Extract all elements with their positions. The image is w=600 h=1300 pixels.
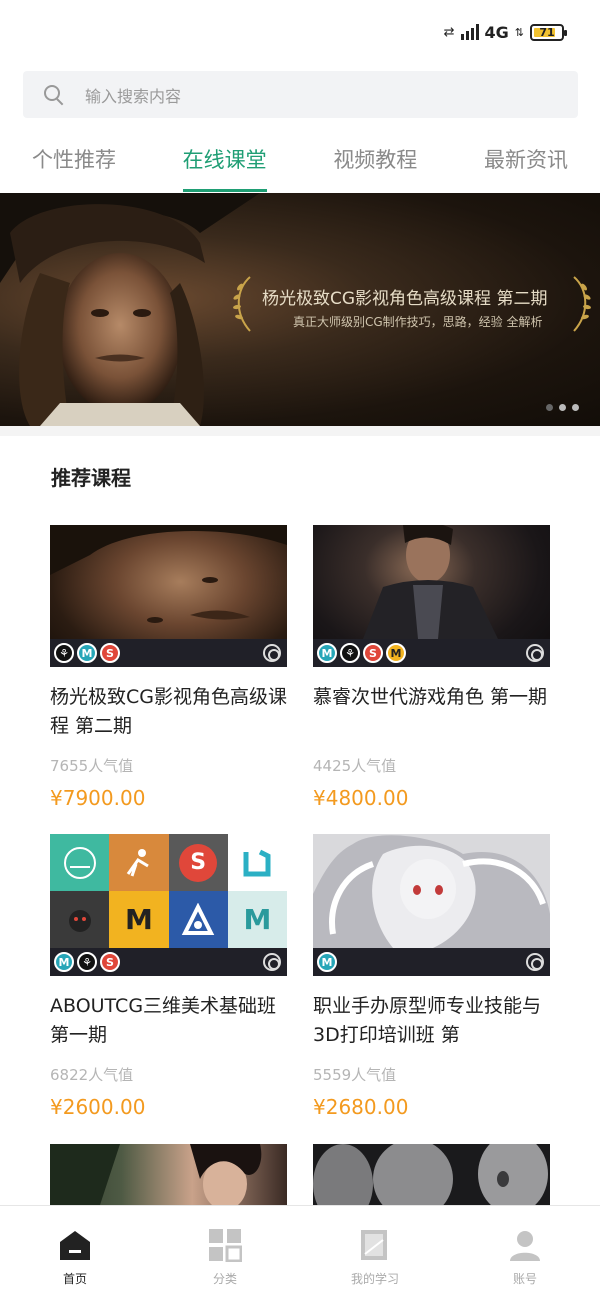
software-strip: M ⚘ S <box>50 948 287 976</box>
section-title: 推荐课程 <box>51 466 131 490</box>
substance-icon: S <box>363 643 383 663</box>
marvelous-tile-icon: M <box>109 891 169 948</box>
course-popularity: 4425人气值 <box>313 757 397 775</box>
substance-tile-icon: S <box>168 834 228 891</box>
course-card[interactable]: M 职业手办原型师专业技能与3D打印培训班 第 5559人气值 ¥2680.00 <box>313 834 550 1119</box>
bottom-navigation: 首页 分类 我的学习 账号 <box>0 1205 600 1300</box>
user-icon <box>510 1231 540 1261</box>
fantasy-character-image <box>50 1144 262 1205</box>
battery-level: 71 <box>539 25 555 39</box>
nav-category[interactable]: 分类 <box>150 1206 300 1300</box>
character-image <box>363 525 498 639</box>
nav-label: 分类 <box>212 1272 237 1286</box>
course-price: ¥2600.00 <box>50 1095 146 1119</box>
banner-title: 杨光极致CG影视角色高级课程 第二期 <box>262 289 548 309</box>
battery-icon: 71 <box>530 23 567 41</box>
section-divider <box>0 426 600 436</box>
banner-portrait-image <box>0 193 260 426</box>
network-activity-icon: ⇅ <box>514 25 524 39</box>
network-type: 4G <box>484 22 509 42</box>
laurel-right-icon <box>573 276 591 332</box>
zbrush-tile-icon <box>109 834 169 891</box>
zbrush-icon: ⚘ <box>77 952 97 972</box>
course-title: 杨光极致CG影视角色高级课程 第二期 <box>50 686 287 737</box>
course-card[interactable] <box>313 1144 550 1205</box>
carousel-dot[interactable] <box>572 404 579 411</box>
search-bar[interactable]: 输入搜索内容 <box>23 71 578 118</box>
course-title: ABOUTCG三维美术基础班 第一期 <box>50 995 277 1046</box>
anatomy-sculpt-image <box>313 1144 548 1205</box>
maya-icon: M <box>317 952 337 972</box>
nav-my-learning[interactable]: 我的学习 <box>300 1206 450 1300</box>
course-price: ¥7900.00 <box>50 786 146 810</box>
nav-home[interactable]: 首页 <box>0 1206 150 1300</box>
search-icon <box>43 84 65 106</box>
maya-icon: M <box>77 643 97 663</box>
software-strip: M ⚘ S M <box>313 639 550 667</box>
aboutcg-logo-icon <box>263 644 281 662</box>
tab-video-tutorials[interactable]: 视频教程 <box>333 132 417 192</box>
substance-icon: S <box>100 952 120 972</box>
portrait-image <box>50 525 287 623</box>
software-grid: S M M <box>50 834 287 948</box>
course-thumbnail <box>313 1144 550 1205</box>
tab-online-classroom[interactable]: 在线课堂 <box>182 132 267 192</box>
laurel-left-icon <box>233 276 251 332</box>
software-strip: M <box>313 948 550 976</box>
zbrush-icon: ⚘ <box>340 643 360 663</box>
carousel-dots <box>546 404 579 411</box>
unfold-tile-icon <box>227 834 287 891</box>
nav-account[interactable]: 账号 <box>450 1206 600 1300</box>
aboutcg-badge-icon <box>50 834 110 891</box>
course-card[interactable]: ⚘ M S 杨光极致CG影视角色高级课程 第二期 7655人气值 ¥7900.0… <box>50 525 287 810</box>
course-card[interactable] <box>50 1144 287 1205</box>
aboutcg-logo-icon <box>526 644 544 662</box>
maya-icon: M <box>317 643 337 663</box>
course-thumbnail <box>50 1144 287 1205</box>
maya-icon: M <box>54 952 74 972</box>
data-transfer-icon: ⇄ <box>443 24 455 40</box>
software-strip: ⚘ M S <box>50 639 287 667</box>
course-title: 职业手办原型师专业技能与3D打印培训班 第 <box>313 995 542 1046</box>
category-tabs: 个性推荐 在线课堂 视频教程 最新资讯 <box>0 132 600 192</box>
home-icon <box>60 1231 90 1260</box>
carousel-dot[interactable] <box>546 404 553 411</box>
search-input[interactable]: 输入搜索内容 <box>85 83 181 107</box>
marvelous-icon: M <box>386 643 406 663</box>
aboutcg-logo-icon <box>263 953 281 971</box>
course-thumbnail: S M M M ⚘ S <box>50 834 287 976</box>
aboutcg-logo-icon <box>526 953 544 971</box>
course-thumbnail: ⚘ M S <box>50 525 287 667</box>
course-price: ¥4800.00 <box>313 786 409 810</box>
course-title: 慕睿次世代游戏角色 第一期 <box>313 686 548 708</box>
promo-banner[interactable]: 杨光极致CG影视角色高级课程 第二期 真正大师级别CG制作技巧，思路，经验 全解… <box>0 193 600 426</box>
arnold-tile-icon <box>168 891 228 948</box>
course-popularity: 6822人气值 <box>50 1066 134 1084</box>
course-popularity: 5559人气值 <box>313 1066 397 1084</box>
course-popularity: 7655人气值 <box>50 757 134 775</box>
banner-subtitle: 真正大师级别CG制作技巧，思路，经验 全解析 <box>293 315 543 329</box>
status-bar: ⇄ 4G ⇅ 71 <box>0 0 600 64</box>
tab-latest-news[interactable]: 最新资讯 <box>484 132 568 192</box>
nav-label: 账号 <box>512 1272 537 1286</box>
maya-tile-icon: M <box>227 891 287 948</box>
tab-personal-recommend[interactable]: 个性推荐 <box>32 132 116 192</box>
course-price: ¥2680.00 <box>313 1095 409 1119</box>
figurine-image <box>313 835 550 948</box>
carousel-dot[interactable] <box>559 404 566 411</box>
book-icon <box>361 1230 387 1260</box>
signal-icon <box>460 24 479 40</box>
nav-label: 我的学习 <box>350 1272 399 1286</box>
course-card[interactable]: S M M M ⚘ S ABOUTCG三维美术基础班 第一期 6822人气值 ¥… <box>50 834 287 1119</box>
course-thumbnail: M <box>313 834 550 976</box>
course-thumbnail: M ⚘ S M <box>313 525 550 667</box>
course-card[interactable]: M ⚘ S M 慕睿次世代游戏角色 第一期 4425人气值 ¥4800.00 <box>313 525 550 810</box>
nav-label: 首页 <box>62 1272 87 1286</box>
category-grid-icon <box>209 1229 242 1262</box>
substance-icon: S <box>100 643 120 663</box>
zbrush-icon: ⚘ <box>54 643 74 663</box>
marmoset-tile-icon <box>50 891 110 948</box>
